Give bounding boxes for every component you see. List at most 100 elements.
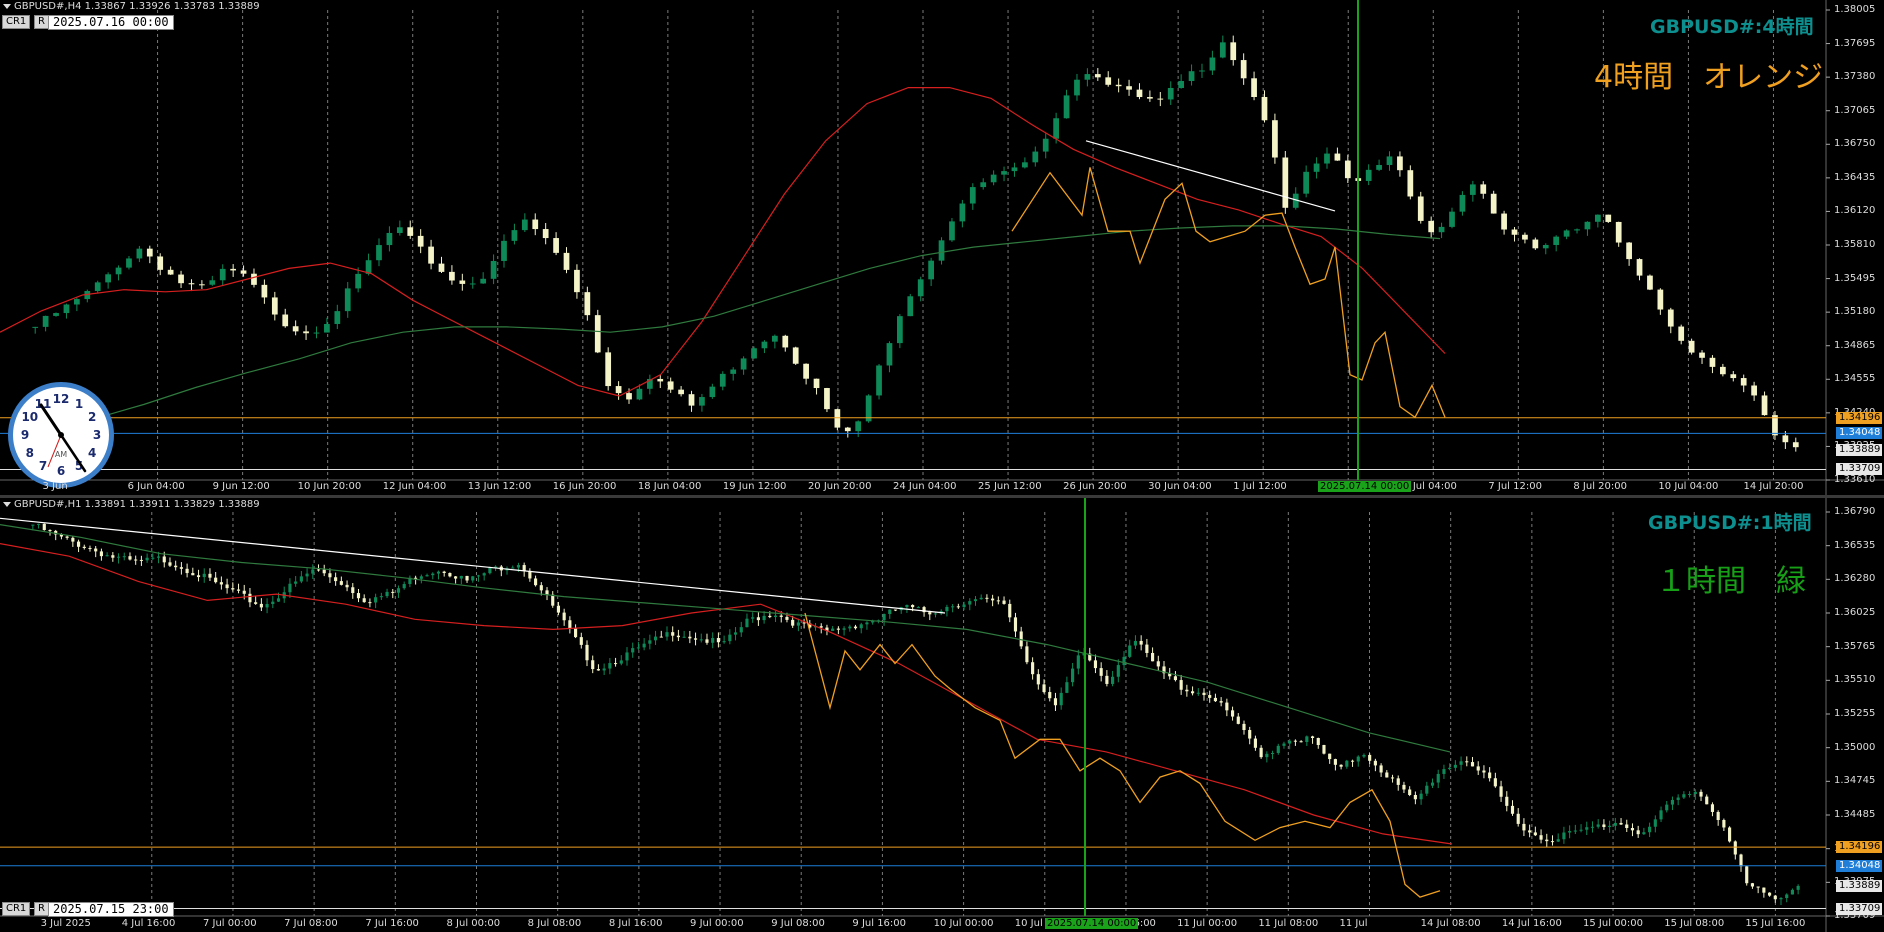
price-tag-blue: 1.34048 <box>1836 859 1882 872</box>
candle-body <box>819 626 823 628</box>
candle-body <box>1710 804 1715 812</box>
candle-body <box>522 565 526 571</box>
candle-body <box>1605 214 1612 222</box>
candle-body <box>1533 832 1537 836</box>
chart-window-h4[interactable]: GBPUSD#,H4 1.33867 1.33926 1.33783 1.338… <box>0 0 1884 495</box>
price-axis-label: 1.36750 <box>1834 138 1876 150</box>
candle-body <box>979 597 983 600</box>
candle-body <box>1345 760 1349 767</box>
candle-body <box>31 524 35 526</box>
candle-body <box>344 288 351 312</box>
candle-body <box>1453 764 1457 768</box>
candle-body <box>488 567 492 574</box>
candle-body <box>1265 753 1269 758</box>
time-axis-label: 8 Jul 08:00 <box>527 918 582 929</box>
candle-body <box>271 297 278 315</box>
candle-body <box>938 240 945 261</box>
collapse-arrow-icon[interactable] <box>3 502 11 507</box>
candle-body <box>1493 778 1497 787</box>
candle-body <box>1740 378 1747 386</box>
price-axis-label: 1.36435 <box>1834 171 1876 183</box>
candle-body <box>579 637 583 645</box>
candle-body <box>454 576 458 579</box>
candle-body <box>739 627 743 633</box>
h1-r-label[interactable]: R <box>34 902 49 916</box>
candle-body <box>219 582 223 585</box>
candle-body <box>1053 118 1060 139</box>
candle-body <box>1470 762 1475 767</box>
candle-body <box>288 583 292 593</box>
candle-body <box>990 174 997 183</box>
time-marker-label: 2025.07.14 00:00 <box>1045 918 1139 929</box>
candle-body <box>1670 799 1675 805</box>
candle-body <box>551 594 555 606</box>
h1-chart-canvas[interactable] <box>0 498 1884 932</box>
candle-body <box>1465 761 1469 763</box>
candle-body <box>969 187 976 204</box>
time-axis-label: 24 Jun 04:00 <box>893 481 957 492</box>
candle-body <box>667 381 674 390</box>
time-axis-label: 12 Jun 04:00 <box>382 481 447 492</box>
time-axis-label: 8 Jul 00:00 <box>446 918 501 929</box>
candle-body <box>1705 796 1709 805</box>
price-axis-label: 1.36535 <box>1834 539 1876 551</box>
candle-body <box>1157 98 1164 100</box>
candle-body <box>1608 825 1612 828</box>
candle-body <box>907 296 914 317</box>
candle-body <box>642 643 646 648</box>
candle-body <box>42 523 46 531</box>
h1-cr-label[interactable]: CR1 <box>2 902 31 916</box>
price-axis-label: 1.37380 <box>1834 71 1876 83</box>
candle-body <box>516 565 521 568</box>
candle-body <box>605 352 612 387</box>
candle-body <box>448 572 452 577</box>
candle-body <box>705 639 709 643</box>
price-tag-current: 1.33889 <box>1836 879 1882 892</box>
candle-body <box>1430 782 1435 786</box>
candle-body <box>1179 680 1183 690</box>
chart-window-h1[interactable]: GBPUSD#,H1 1.33891 1.33911 1.33829 1.338… <box>0 498 1884 932</box>
candle-body <box>265 604 269 608</box>
candle-body <box>1362 754 1366 757</box>
h1-symbol-info: GBPUSD#,H1 1.33891 1.33911 1.33829 1.338… <box>14 499 260 510</box>
candle-body <box>676 635 680 638</box>
candle-body <box>48 530 52 532</box>
candle-body <box>888 609 892 615</box>
candle-body <box>1699 352 1705 358</box>
candle-body <box>254 602 258 604</box>
candle-body <box>209 280 216 285</box>
candle-body <box>553 238 559 253</box>
candle-body <box>1248 730 1252 739</box>
candle-body <box>379 596 383 598</box>
candle-body <box>756 617 760 621</box>
candle-body <box>345 584 349 588</box>
h4-cr-label[interactable]: CR1 <box>2 15 31 29</box>
candle-body <box>465 575 469 581</box>
candle-body <box>1796 885 1800 890</box>
candle-body <box>431 573 435 576</box>
h4-r-label[interactable]: R <box>34 15 49 29</box>
candle-body <box>1750 883 1755 887</box>
candle-body <box>1002 600 1006 604</box>
time-axis-label: 26 Jun 20:00 <box>1063 481 1127 492</box>
candle-body <box>859 624 863 629</box>
candle-body <box>636 388 643 400</box>
candle-body <box>1579 829 1583 831</box>
candle-body <box>1282 743 1286 746</box>
candle-body <box>1574 229 1580 231</box>
candle-body <box>71 537 75 542</box>
clock-number: 3 <box>93 428 101 442</box>
candle-body <box>88 547 92 549</box>
candle-body <box>1751 385 1757 396</box>
candle-body <box>1699 791 1703 797</box>
collapse-arrow-icon[interactable] <box>3 4 11 9</box>
candle-body <box>1550 841 1555 843</box>
candle-body <box>608 663 612 669</box>
candle-body <box>1720 366 1726 375</box>
candle-body <box>1299 741 1303 743</box>
candle-body <box>1225 702 1229 711</box>
time-axis-label: 7 Jul 12:00 <box>1488 481 1542 492</box>
candle-body <box>1126 86 1132 90</box>
candle-body <box>179 567 183 569</box>
candle-body <box>1053 698 1058 706</box>
